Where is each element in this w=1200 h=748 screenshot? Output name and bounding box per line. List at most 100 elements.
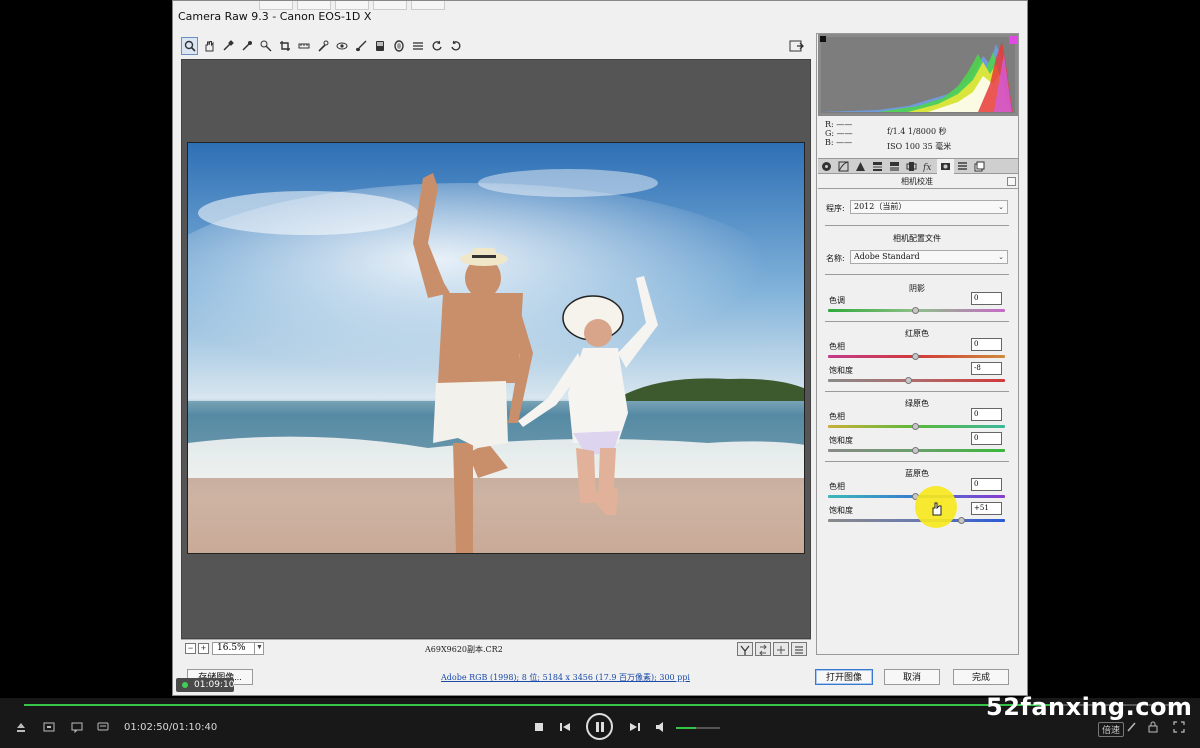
exif-info: f/1.4 1/8000 秒 ISO 100 35 毫米 <box>887 124 951 154</box>
graduated-filter-icon[interactable] <box>371 37 388 55</box>
screen: Camera Raw 9.3 - Canon EOS-1D X − + 16.5… <box>0 0 1200 748</box>
adjustment-brush-icon[interactable] <box>352 37 369 55</box>
comment-icon[interactable] <box>96 720 110 734</box>
volume-slider[interactable] <box>676 727 720 729</box>
b-value: —— <box>836 138 853 147</box>
b-label: B: <box>825 138 834 147</box>
blue-saturation-thumb[interactable] <box>958 517 965 524</box>
screen-icon[interactable] <box>42 720 56 734</box>
red-hue-field[interactable]: 0 <box>971 338 1002 351</box>
blue-saturation-slider[interactable] <box>828 519 1005 522</box>
preferences-icon[interactable] <box>409 37 426 55</box>
lock-icon[interactable] <box>1146 720 1160 734</box>
red-saturation-slider[interactable] <box>828 379 1005 382</box>
zoom-in-button[interactable]: + <box>198 643 209 654</box>
eject-icon[interactable] <box>14 720 28 734</box>
highlight-clipping-warning-icon <box>1009 36 1017 44</box>
swap-settings-icon[interactable] <box>755 642 771 656</box>
color-sampler-icon[interactable] <box>238 37 255 55</box>
tab-tone-curve[interactable] <box>835 159 852 174</box>
preview-preferences-icon[interactable] <box>791 642 807 656</box>
white-balance-icon[interactable] <box>219 37 236 55</box>
workflow-options-link[interactable]: Adobe RGB (1998); 8 位; 5184 x 3456 (17.9… <box>441 672 690 683</box>
background-tab[interactable] <box>297 1 331 10</box>
chevron-down-icon: ⌄ <box>998 203 1004 211</box>
red-eye-icon[interactable] <box>333 37 350 55</box>
targeted-adjustment-icon[interactable] <box>257 37 274 55</box>
next-icon[interactable] <box>628 720 642 734</box>
brush-icon[interactable] <box>1124 720 1138 734</box>
tab-split-toning[interactable] <box>886 159 903 174</box>
open-image-button[interactable]: 打开图像 <box>815 669 873 685</box>
pause-button[interactable] <box>586 713 613 740</box>
hand-cursor-icon <box>931 502 943 516</box>
name-label: 名称: <box>826 254 845 263</box>
shadows-tint-thumb[interactable] <box>912 307 919 314</box>
chevron-down-icon: ⌄ <box>998 253 1004 261</box>
radial-filter-icon[interactable] <box>390 37 407 55</box>
shadow-clipping-warning-icon <box>820 36 826 42</box>
straighten-icon[interactable] <box>295 37 312 55</box>
crop-icon[interactable] <box>276 37 293 55</box>
copy-settings-icon[interactable] <box>773 642 789 656</box>
process-version-select[interactable]: 2012（当前） ⌄ <box>850 200 1008 214</box>
tab-lens-corrections[interactable] <box>903 159 920 174</box>
background-tab[interactable] <box>335 1 369 10</box>
fullscreen-icon[interactable] <box>789 38 805 54</box>
process-label: 程序: <box>826 204 845 213</box>
window-title: Camera Raw 9.3 - Canon EOS-1D X <box>178 10 372 23</box>
rotate-right-icon[interactable] <box>447 37 464 55</box>
subtitle-icon[interactable] <box>70 720 84 734</box>
tool-bar <box>181 37 464 57</box>
green-saturation-field[interactable]: 0 <box>971 432 1002 445</box>
panel-tabs: fx <box>818 158 1018 174</box>
speed-button[interactable]: 倍速 <box>1098 722 1125 737</box>
blue-saturation-field[interactable]: +51 <box>971 502 1002 515</box>
green-saturation-thumb[interactable] <box>912 447 919 454</box>
background-tab[interactable] <box>259 1 293 10</box>
rgb-readout: R: —— G: —— B: —— <box>825 120 853 147</box>
zoom-icon[interactable] <box>181 37 198 55</box>
g-label: G: <box>825 129 835 138</box>
process-version-value: 2012（当前） <box>854 202 907 211</box>
spot-removal-icon[interactable] <box>314 37 331 55</box>
tab-basic[interactable] <box>818 159 835 174</box>
red-saturation-field[interactable]: -8 <box>971 362 1002 375</box>
divider <box>825 274 1009 275</box>
zoom-out-button[interactable]: − <box>185 643 196 654</box>
volume-icon[interactable] <box>654 720 668 734</box>
red-hue-thumb[interactable] <box>912 353 919 360</box>
divider <box>825 225 1009 226</box>
camera-raw-dialog: Camera Raw 9.3 - Canon EOS-1D X − + 16.5… <box>172 0 1028 696</box>
green-hue-field[interactable]: 0 <box>971 408 1002 421</box>
divider <box>825 321 1009 322</box>
tab-detail[interactable] <box>852 159 869 174</box>
tab-camera-calibration[interactable] <box>937 159 954 174</box>
cancel-button[interactable]: 取消 <box>884 669 940 685</box>
background-tab[interactable] <box>373 1 407 10</box>
blue-hue-field[interactable]: 0 <box>971 478 1002 491</box>
before-after-y-icon[interactable] <box>737 642 753 656</box>
background-tab[interactable] <box>411 1 445 10</box>
chevron-down-icon[interactable]: ▼ <box>254 642 264 655</box>
site-watermark: 52fanxing.com <box>986 693 1193 721</box>
done-button[interactable]: 完成 <box>953 669 1009 685</box>
profile-heading: 相机配置文件 <box>893 234 941 243</box>
green-hue-thumb[interactable] <box>912 423 919 430</box>
red-saturation-thumb[interactable] <box>905 377 912 384</box>
green-hue-label: 色相 <box>829 412 845 421</box>
camera-profile-select[interactable]: Adobe Standard ⌄ <box>850 250 1008 264</box>
tab-effects[interactable]: fx <box>920 159 937 174</box>
fullscreen-toggle-icon[interactable] <box>1172 720 1186 734</box>
tab-hsl[interactable] <box>869 159 886 174</box>
hand-icon[interactable] <box>200 37 217 55</box>
stop-icon[interactable] <box>532 720 546 734</box>
previous-icon[interactable] <box>558 720 572 734</box>
divider <box>825 391 1009 392</box>
shadows-tint-field[interactable]: 0 <box>971 292 1002 305</box>
tab-snapshots[interactable] <box>971 159 988 174</box>
divider <box>825 461 1009 462</box>
rotate-left-icon[interactable] <box>428 37 445 55</box>
iso-focal: ISO 100 35 毫米 <box>887 142 952 151</box>
tab-presets[interactable] <box>954 159 971 174</box>
